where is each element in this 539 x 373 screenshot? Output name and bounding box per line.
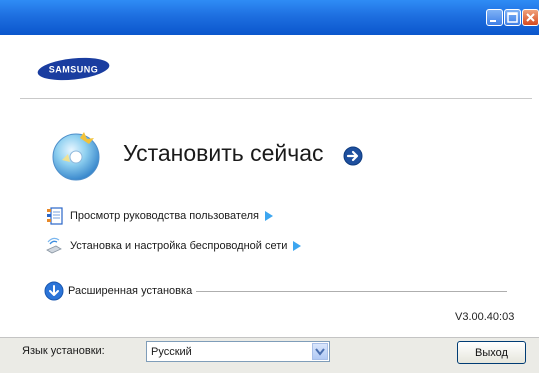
user-guide-link[interactable]: Просмотр руководства пользователя bbox=[44, 206, 274, 226]
user-guide-label: Просмотр руководства пользователя bbox=[70, 210, 259, 222]
minimize-button[interactable] bbox=[486, 9, 503, 26]
maximize-button[interactable] bbox=[504, 9, 521, 26]
version-label: V3.00.40:03 bbox=[455, 311, 515, 323]
dropdown-button[interactable] bbox=[312, 343, 328, 360]
arrow-right-icon bbox=[264, 211, 273, 221]
cd-icon bbox=[52, 132, 100, 181]
close-icon bbox=[526, 13, 535, 22]
samsung-logo: SAMSUNG bbox=[37, 57, 110, 81]
exit-button[interactable]: Выход bbox=[457, 341, 526, 364]
header-divider bbox=[20, 98, 532, 99]
advanced-install-link[interactable]: Расширенная установка bbox=[44, 281, 507, 301]
title-bar bbox=[0, 0, 539, 35]
wireless-icon bbox=[46, 237, 62, 254]
close-button[interactable] bbox=[522, 9, 539, 26]
advanced-divider bbox=[196, 290, 507, 292]
wireless-setup-label: Установка и настройка беспроводной сети bbox=[70, 240, 288, 252]
manual-icon bbox=[47, 207, 63, 225]
svg-text:SAMSUNG: SAMSUNG bbox=[49, 65, 99, 75]
chevron-down-icon bbox=[315, 348, 325, 356]
install-now-link[interactable]: Установить сейчас bbox=[123, 140, 324, 167]
language-select[interactable]: Русский bbox=[146, 341, 330, 362]
arrow-right-circle-icon[interactable] bbox=[343, 146, 363, 166]
language-select-value: Русский bbox=[151, 346, 192, 358]
arrow-right-icon bbox=[293, 241, 302, 251]
minimize-icon bbox=[490, 20, 496, 22]
arrow-down-circle-icon bbox=[44, 281, 64, 301]
maximize-icon bbox=[507, 12, 518, 23]
language-label: Язык установки: bbox=[22, 345, 105, 357]
wireless-setup-link[interactable]: Установка и настройка беспроводной сети bbox=[44, 236, 302, 256]
advanced-install-label: Расширенная установка bbox=[68, 285, 193, 297]
